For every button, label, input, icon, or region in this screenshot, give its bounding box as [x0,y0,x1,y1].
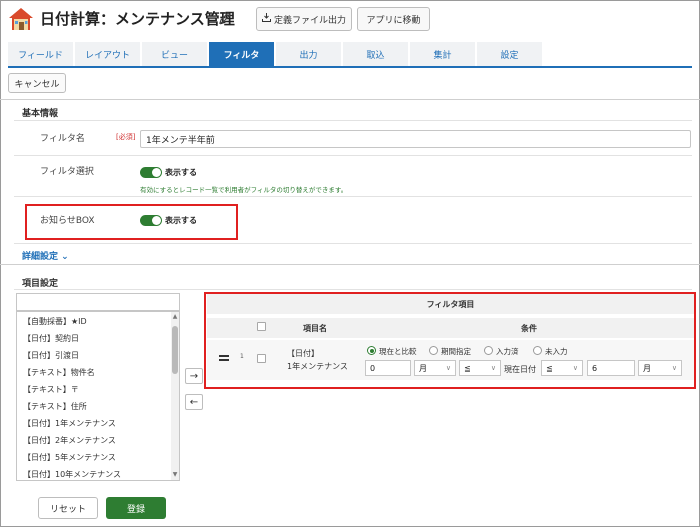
tab-bar: フィールド レイアウト ビュー フィルタ 出力 取込 集計 設定 [8,42,542,66]
field-list[interactable]: 【自動採番】★ID 【日付】契約日 【日付】引渡日 【テキスト】物件名 【テキス… [16,311,180,481]
add-right-button[interactable]: → [185,368,203,384]
export-label: 定義ファイル出力 [273,15,346,26]
app-title: 日付計算：メンテナンス管理 [40,10,235,28]
list-item[interactable]: 【自動採番】★ID [23,316,87,327]
divider [14,243,692,244]
list-item[interactable]: 【テキスト】住所 [23,401,87,412]
list-item[interactable]: 【日付】2年メンテナンス [23,435,116,446]
filter-select-toggle[interactable] [140,167,162,178]
filter-select-label: フィルタ選択 [40,167,94,177]
tab-filter[interactable]: フィルタ [209,42,274,66]
tab-aggregate[interactable]: 集計 [410,42,475,66]
tab-underline [8,66,692,68]
divider [14,196,692,197]
list-item[interactable]: 【日付】1年メンテナンス [23,418,116,429]
scroll-down-icon[interactable]: ▼ [172,472,178,478]
required-badge: [必須] [116,133,136,141]
field-search-input[interactable] [16,293,180,311]
tab-view[interactable]: ビュー [142,42,207,66]
tab-field[interactable]: フィールド [8,42,73,66]
filter-name-input[interactable]: 1年メンテ半年前 [140,130,691,148]
scroll-up-icon[interactable]: ▲ [172,314,178,320]
tab-import[interactable]: 取込 [343,42,408,66]
remove-left-button[interactable]: ← [185,394,203,410]
export-definition-button[interactable]: 定義ファイル出力 [256,7,352,31]
basic-info-title: 基本情報 [22,109,59,119]
move-to-app-button[interactable]: アプリに移動 [357,7,430,31]
download-icon [261,13,271,25]
detail-settings-label: 詳細設定 [22,252,59,262]
tab-output[interactable]: 出力 [276,42,341,66]
divider [14,155,692,156]
list-scrollbar[interactable]: ▲ ▼ [171,312,179,480]
divider [0,264,700,265]
list-item[interactable]: 【日付】5年メンテナンス [23,452,116,463]
filter-select-hint: 有効にするとレコード一覧で利用者がフィルタの切り替えができます。 [140,186,348,194]
item-settings-title: 項目設定 [22,279,59,289]
divider [14,120,692,121]
list-item[interactable]: 【日付】引渡日 [23,350,79,361]
chevron-down-icon: ⌄ [61,252,69,262]
arrow-right-icon: → [189,370,199,382]
tab-layout[interactable]: レイアウト [75,42,140,66]
pencil-edit-icon[interactable] [218,11,232,25]
list-item[interactable]: 【日付】10年メンテナンス [23,469,121,480]
list-item[interactable]: 【テキスト】〒 [23,384,79,395]
cancel-button[interactable]: キャンセル [8,73,66,93]
highlight-box [25,204,238,240]
save-button[interactable]: 登録 [106,497,166,519]
arrow-left-icon: ← [189,396,199,408]
filter-name-label: フィルタ名 [40,134,85,144]
list-item[interactable]: 【テキスト】物件名 [23,367,95,378]
divider [14,289,692,290]
house-icon [8,6,34,32]
scrollbar-thumb[interactable] [172,326,178,374]
divider [0,99,700,100]
tab-settings[interactable]: 設定 [477,42,542,66]
list-item[interactable]: 【日付】契約日 [23,333,79,344]
filter-select-toggle-label: 表示する [165,168,197,177]
reset-button[interactable]: リセット [38,497,98,519]
detail-settings-link[interactable]: 詳細設定 ⌄ [22,249,69,262]
highlight-box [204,292,696,389]
